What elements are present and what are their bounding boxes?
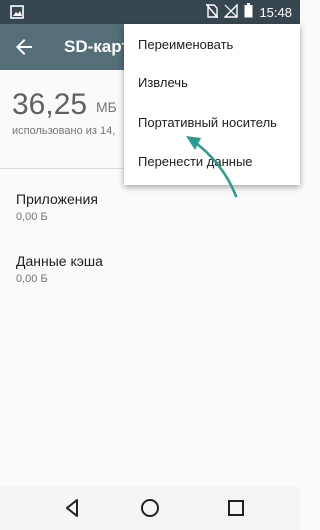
used-storage-unit: МБ — [96, 99, 117, 115]
menu-item-rename[interactable]: Переименовать — [124, 26, 300, 64]
used-storage-description: использовано из 14, — [12, 125, 116, 137]
image-notification-icon — [10, 5, 24, 24]
arrow-left-icon — [16, 39, 32, 55]
list-item-title: Приложения — [16, 191, 98, 207]
menu-item-portable-storage[interactable]: Портативный носитель — [124, 104, 300, 142]
battery-icon — [244, 3, 253, 21]
back-triangle-icon — [66, 499, 78, 517]
navigation-bar — [0, 486, 300, 530]
back-button[interactable] — [12, 35, 36, 59]
list-item-size: 0,00 Б — [16, 273, 48, 285]
nav-back-button[interactable] — [60, 496, 84, 520]
menu-item-eject[interactable]: Извлечь — [124, 64, 300, 102]
menu-item-migrate-data[interactable]: Перенести данные — [124, 143, 300, 181]
list-item-title: Данные кэша — [16, 253, 103, 269]
list-item-size: 0,00 Б — [16, 211, 48, 223]
signal-icon — [223, 2, 239, 21]
status-bar: 15:48 — [0, 0, 300, 24]
nav-recents-button[interactable] — [224, 496, 248, 520]
used-storage-value: 36,25 — [12, 88, 88, 121]
recents-square-icon — [228, 500, 244, 516]
clock: 15:48 — [259, 4, 292, 20]
home-circle-icon — [141, 499, 159, 517]
overflow-menu: Переименовать Извлечь Портативный носите… — [124, 24, 300, 185]
no-sim-icon — [205, 3, 219, 21]
nav-home-button[interactable] — [138, 496, 162, 520]
